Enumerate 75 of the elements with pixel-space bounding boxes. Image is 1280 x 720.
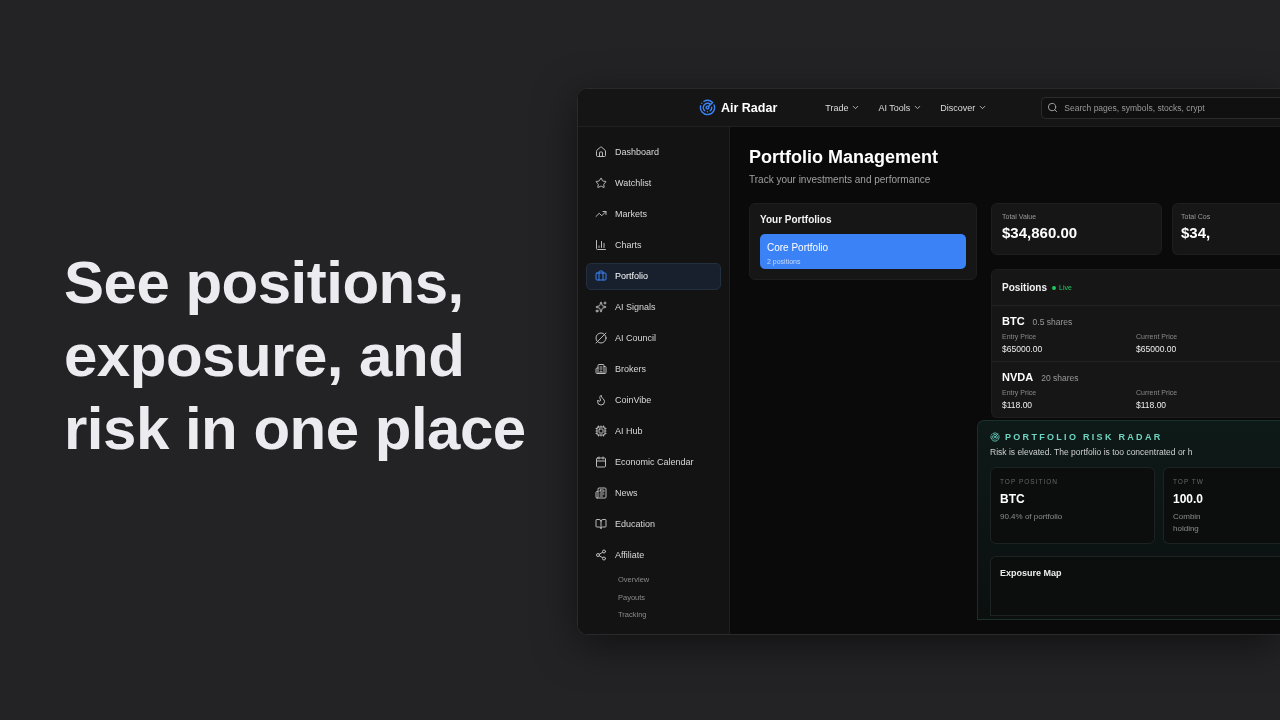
sidebar-item-label: Brokers — [615, 364, 646, 375]
radar-logo-icon — [699, 99, 716, 116]
sidebar-item-label: AI Council — [615, 333, 657, 344]
portfolio-name: Core Portfolio — [767, 242, 830, 253]
chevron-down-icon — [851, 103, 861, 112]
metric-note: 90.4% of portfolio — [1000, 511, 1064, 523]
chevron-down-icon — [913, 103, 923, 112]
sidebar-item-label: Charts — [615, 240, 642, 251]
circle-slash-icon — [595, 332, 607, 345]
position-symbol: BTC — [1002, 315, 1025, 327]
sidebar-item[interactable]: AI Council — [586, 324, 721, 352]
sidebar-item[interactable]: Brokers — [586, 355, 721, 383]
chevron-down-icon — [978, 103, 988, 112]
sidebar-item-label: Education — [615, 518, 656, 529]
sidebar-item-label: Watchlist — [615, 178, 652, 189]
sidebar-item-label: CoinVibe — [615, 395, 652, 406]
page-title: Portfolio Management — [749, 147, 939, 168]
metric-note: Combin holding — [1173, 511, 1202, 535]
sidebar-item[interactable]: Dashboard — [586, 139, 721, 166]
headline: See positions, exposure, and risk in one place — [64, 247, 526, 464]
metric-value: 100.0 — [1173, 492, 1205, 506]
page-subtitle: Track your investments and performance — [749, 174, 932, 185]
bar-chart-icon — [595, 239, 607, 252]
sidebar-item[interactable]: Charts — [586, 231, 721, 259]
home-icon — [595, 146, 607, 159]
price-value: $65000.00 — [1002, 344, 1044, 354]
position-symbol: NVDA — [1002, 371, 1034, 383]
search-field[interactable]: Search pages, symbols, stocks, crypt — [1041, 96, 1280, 119]
star-icon — [595, 177, 607, 190]
nav-menu-button[interactable]: AI Tools — [878, 102, 923, 113]
nav-menu-button[interactable]: Trade — [825, 102, 861, 113]
sidebar-item[interactable]: News — [586, 479, 721, 507]
briefcase-icon — [595, 270, 607, 283]
position-shares: 20 shares — [1041, 373, 1079, 383]
card-title: Positions — [1002, 282, 1047, 293]
card-title: Exposure Map — [1000, 568, 1063, 578]
newspaper-icon — [595, 486, 607, 499]
radar-icon — [990, 432, 1000, 442]
calendar-icon — [595, 456, 607, 468]
metric-value: BTC — [1000, 492, 1026, 506]
sidebar-item[interactable]: Affiliate — [586, 541, 721, 569]
sidebar-item-label: Dashboard — [615, 147, 660, 158]
price-value: $65000.00 — [1136, 344, 1178, 354]
sidebar-item-label: Portfolio — [615, 271, 649, 282]
position-shares: 0.5 shares — [1032, 317, 1073, 327]
card-title: Your Portfolios — [760, 214, 833, 225]
flame-icon — [595, 394, 607, 407]
price-value: $118.00 — [1002, 400, 1034, 410]
sidebar-item-label: AI Signals — [615, 302, 656, 313]
sidebar-item[interactable]: Watchlist — [586, 169, 721, 197]
share-icon — [595, 548, 607, 561]
sidebar-item-label: News — [615, 487, 638, 498]
sidebar-item[interactable]: Markets — [586, 200, 721, 228]
sidebar-item[interactable]: Portfolio — [586, 262, 721, 290]
sidebar-item[interactable]: CoinVibe — [586, 386, 721, 414]
brand-name: Air Radar — [721, 100, 778, 115]
stat-value: $34, — [1181, 224, 1212, 241]
search-icon — [1047, 101, 1059, 113]
sidebar-item-label: Affiliate — [615, 549, 645, 560]
price-value: $118.00 — [1136, 400, 1168, 410]
sidebar-item[interactable]: Economic Calendar — [586, 448, 721, 476]
book-icon — [595, 517, 607, 530]
stat-value: $34,860.00 — [1002, 224, 1079, 241]
panel-title: PORTFOLIO RISK RADAR — [1005, 432, 1163, 442]
sidebar-item-label: Economic Calendar — [615, 457, 694, 467]
building-icon — [595, 363, 607, 376]
sidebar-item[interactable]: AI Signals — [586, 293, 721, 321]
sidebar-item[interactable]: Education — [586, 510, 721, 538]
sparkles-icon — [595, 301, 607, 314]
chip-icon — [595, 425, 607, 438]
risk-message: Risk is elevated. The portfolio is too concentrated or h — [990, 447, 1194, 457]
sidebar-item[interactable]: AI Hub — [586, 417, 721, 445]
sidebar-item-label: AI Hub — [615, 426, 643, 437]
sidebar-item-label: Markets — [615, 209, 647, 220]
nav-menu-button[interactable]: Discover — [940, 102, 988, 113]
